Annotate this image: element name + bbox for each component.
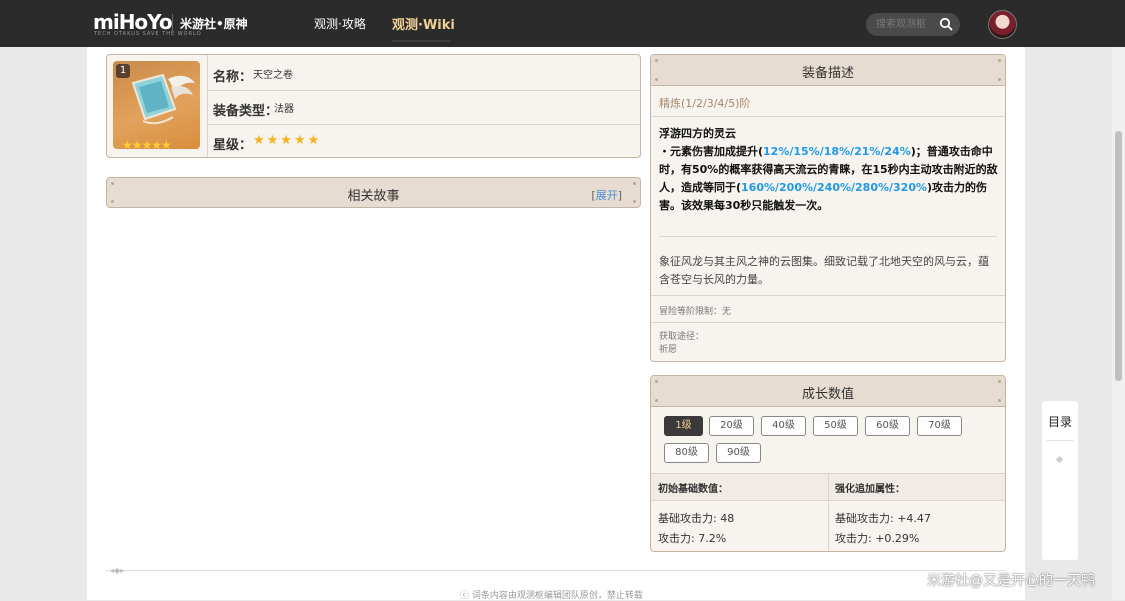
lore-text: 象征风龙与其主风之神的云图集。细致记载了北地天空的风与云，蕴含苍空与长风的力量。 bbox=[659, 255, 989, 286]
top-navbar: miHoYo TECH OTAKUS SAVE THE WORLD 米游社•原神… bbox=[0, 0, 1125, 47]
passive-effect: 浮游四方的灵云 ・元素伤害加成提升(12%/15%/18%/21%/24%)；普… bbox=[659, 125, 999, 215]
bonus-values-header: 强化追加属性： bbox=[835, 484, 905, 495]
nav-wiki-link[interactable]: 观测·Wiki bbox=[392, 14, 455, 33]
refine-levels: 精炼(1/2/3/4/5)阶 bbox=[659, 97, 751, 110]
growth-title: 成长数值 bbox=[801, 387, 854, 402]
rarity-label: 星级： bbox=[213, 138, 253, 153]
corner-dot bbox=[998, 78, 1001, 81]
rarity-stars: ★★★★★ bbox=[253, 133, 322, 148]
equipment-description-panel: 装备描述 精炼(1/2/3/4/5)阶 浮游四方的灵云 ・元素伤害加成提升(12… bbox=[650, 54, 1006, 362]
level-button-90[interactable]: 90级 bbox=[716, 443, 761, 463]
growth-header: 成长数值 bbox=[651, 376, 1005, 407]
level-button-50[interactable]: 50级 bbox=[813, 416, 858, 436]
toc-divider bbox=[1046, 440, 1074, 441]
table-of-contents[interactable]: 目录 bbox=[1042, 401, 1078, 560]
obtain-method: 获取途径： 祈愿 bbox=[659, 332, 705, 355]
toc-title: 目录 bbox=[1047, 415, 1072, 429]
adventure-rank-limit: 冒险等阶限制：无 bbox=[659, 307, 732, 317]
page-scrollbar[interactable] bbox=[1112, 47, 1125, 600]
expand-link[interactable]: 展开 bbox=[596, 189, 618, 202]
description-title: 装备描述 bbox=[801, 66, 854, 81]
story-title: 相关故事 bbox=[347, 189, 400, 204]
corner-dot bbox=[655, 399, 658, 402]
info-row-name: 名称： 天空之卷 bbox=[208, 57, 640, 91]
corner-dot bbox=[633, 200, 636, 203]
info-row-rarity: 星级： ★★★★★ bbox=[208, 125, 640, 158]
footer-divider bbox=[106, 570, 1006, 571]
level-button-80[interactable]: 80级 bbox=[664, 443, 709, 463]
header-divider bbox=[172, 14, 173, 32]
footer-ornament-icon: ◂◆▸ bbox=[110, 566, 125, 575]
search-icon[interactable] bbox=[939, 17, 953, 31]
watermark: 米游社@又是开心的一天鸭 bbox=[927, 573, 1095, 589]
corner-dot bbox=[998, 399, 1001, 402]
highlight-value: 160%/200%/240%/280%/320% bbox=[741, 181, 928, 194]
description-header: 装备描述 bbox=[651, 55, 1005, 86]
stat-column-divider bbox=[828, 473, 829, 551]
related-story-panel: 相关故事 [展开] bbox=[106, 177, 641, 208]
toc-marker-icon bbox=[1055, 455, 1064, 464]
name-label: 名称： bbox=[213, 70, 253, 85]
weapon-name: 天空之卷 bbox=[253, 70, 293, 81]
info-row-type: 装备类型： 法器 bbox=[208, 91, 640, 125]
base-substat-value: 攻击力: 7.2% bbox=[658, 532, 727, 545]
nav-guide-link[interactable]: 观测·攻略 bbox=[314, 15, 366, 32]
nav-active-indicator bbox=[392, 40, 451, 42]
corner-dot bbox=[633, 182, 636, 185]
divider bbox=[659, 236, 997, 237]
level-button-20[interactable]: 20级 bbox=[709, 416, 754, 436]
refine-row: 精炼(1/2/3/4/5)阶 bbox=[651, 86, 1005, 117]
growth-values-panel: 成长数值 1级 20级 40级 50级 60级 70级 80级 90级 初始基础… bbox=[650, 375, 1006, 552]
bonus-attack-value: 基础攻击力: +4.47 bbox=[835, 512, 931, 525]
highlight-value: 12%/15%/18%/21%/24% bbox=[763, 145, 911, 158]
image-rarity-stars: ★★★★★ bbox=[122, 138, 172, 152]
corner-dot bbox=[655, 380, 658, 383]
level-button-40[interactable]: 40级 bbox=[761, 416, 806, 436]
weapon-image: 1 ★★★★★ bbox=[113, 61, 200, 152]
weapon-image-cell: 1 ★★★★★ bbox=[107, 55, 208, 157]
base-attack-value: 基础攻击力: 48 bbox=[658, 512, 735, 525]
level-button-70[interactable]: 70级 bbox=[917, 416, 962, 436]
weapon-type: 法器 bbox=[274, 104, 294, 115]
copyright-notice: ⓒ 词条内容由观测枢编辑团队原创，禁止转载 bbox=[460, 591, 643, 601]
bonus-substat-value: 攻击力: +0.29% bbox=[835, 532, 920, 545]
search-input[interactable] bbox=[876, 16, 936, 32]
corner-dot bbox=[998, 380, 1001, 383]
corner-dot bbox=[655, 78, 658, 81]
corner-dot bbox=[655, 59, 658, 62]
level-button-60[interactable]: 60级 bbox=[865, 416, 910, 436]
corner-dot bbox=[998, 59, 1001, 62]
user-avatar[interactable] bbox=[988, 10, 1017, 39]
corner-dot bbox=[111, 182, 114, 185]
expand-control: [展开] bbox=[591, 189, 622, 202]
type-label: 装备类型： bbox=[213, 104, 279, 119]
base-values-header: 初始基础数值： bbox=[658, 484, 728, 495]
item-info-panel: 1 ★★★★★ 名称： 天空之卷 装备类型： 法器 星级： ★★★★★ bbox=[106, 54, 641, 158]
corner-dot bbox=[111, 200, 114, 203]
site-name-link[interactable]: 米游社•原神 bbox=[180, 15, 248, 32]
passive-name: 浮游四方的灵云 bbox=[659, 127, 736, 140]
limit-row: 冒险等阶限制：无 bbox=[651, 295, 1005, 323]
passive-text: ・元素伤害加成提升(12%/15%/18%/21%/24%)；普通攻击命中时，有… bbox=[659, 145, 998, 212]
refine-rank-badge: 1 bbox=[116, 64, 130, 78]
scrollbar-thumb[interactable] bbox=[1115, 131, 1122, 381]
level-button-1[interactable]: 1级 bbox=[664, 416, 703, 436]
